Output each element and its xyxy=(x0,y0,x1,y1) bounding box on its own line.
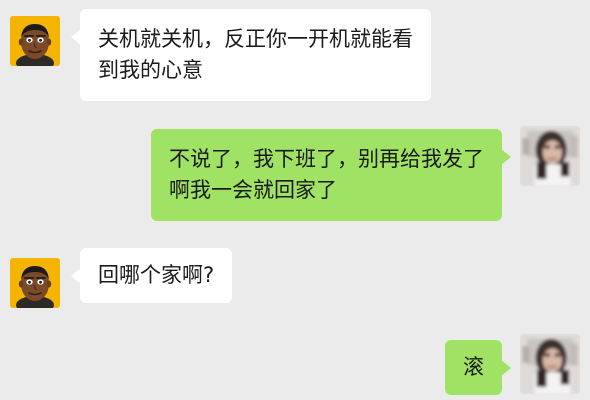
bubble-tail xyxy=(501,149,511,165)
message-text-line: 不说了，我下班了，别再给我发了 xyxy=(169,147,484,171)
cartoon-man-avatar-icon xyxy=(10,16,60,66)
bubble-tail xyxy=(71,29,81,45)
cartoon-man-avatar-icon xyxy=(10,258,60,308)
bubble-tail xyxy=(71,268,81,284)
blurred-photo-avatar-icon xyxy=(520,126,580,186)
blurred-photo-avatar-icon xyxy=(520,334,580,394)
my-avatar[interactable] xyxy=(520,334,580,394)
message-text-line: 啊我一会就回家了 xyxy=(169,178,337,202)
message-text-line: 到我的心意 xyxy=(98,58,203,82)
contact-avatar[interactable] xyxy=(10,16,60,66)
message-text-line: 回哪个家啊? xyxy=(98,263,215,287)
my-avatar[interactable] xyxy=(520,126,580,186)
contact-avatar[interactable] xyxy=(10,258,60,308)
bubble-tail xyxy=(501,360,511,376)
message-text-line: 关机就关机，反正你一开机就能看 xyxy=(98,27,413,51)
message-bubble-incoming[interactable]: 关机就关机，反正你一开机就能看 到我的心意 xyxy=(71,9,431,101)
message-bubble-outgoing[interactable]: 滚 xyxy=(445,340,511,395)
message-bubble-outgoing[interactable]: 不说了，我下班了，别再给我发了 啊我一会就回家了 xyxy=(151,129,511,221)
message-bubble-incoming[interactable]: 回哪个家啊? xyxy=(71,248,233,303)
message-text-line: 滚 xyxy=(463,355,484,379)
